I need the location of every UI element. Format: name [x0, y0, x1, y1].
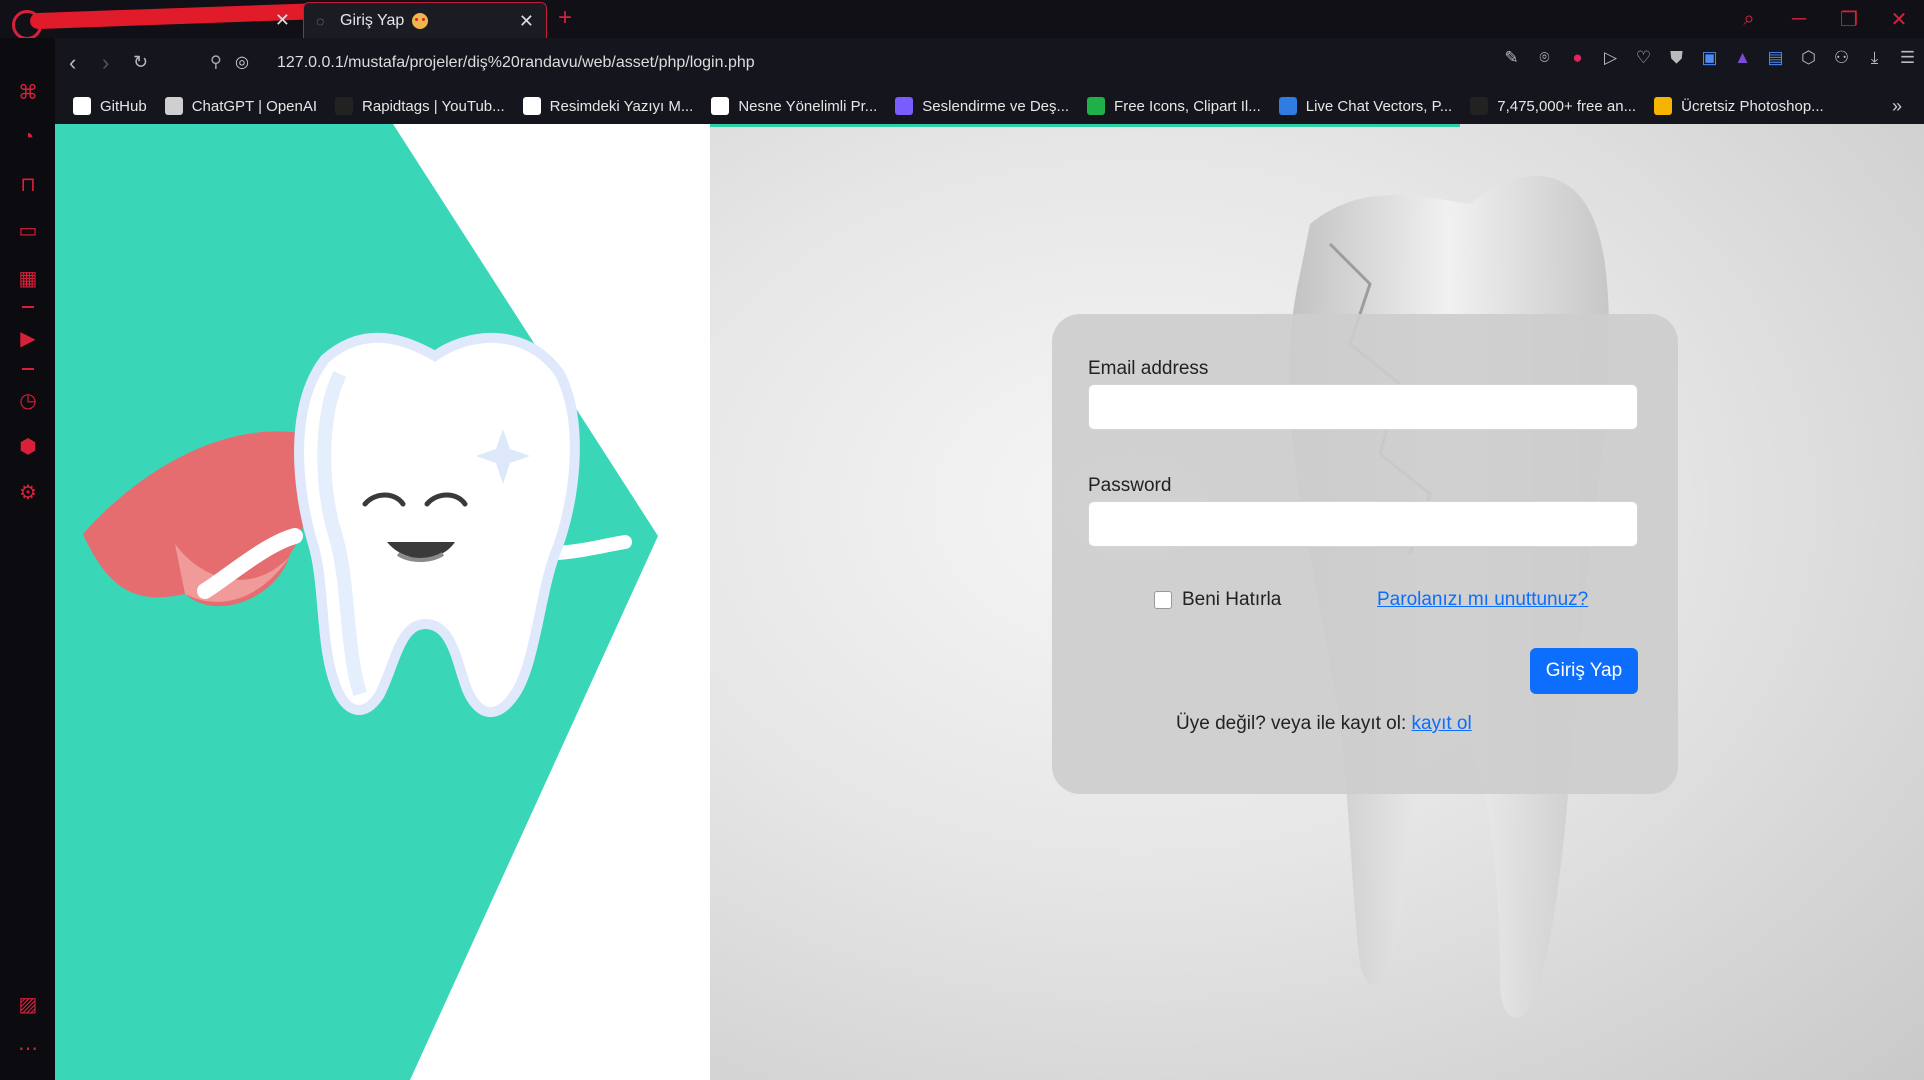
register-text: Üye değil? veya ile kayıt ol: — [1176, 713, 1412, 734]
github-icon — [73, 97, 91, 115]
register-link[interactable]: kayıt ol — [1412, 713, 1472, 734]
send-icon[interactable]: ▷ — [1594, 48, 1627, 68]
email-label: Email address — [1088, 358, 1209, 379]
bag-icon[interactable]: ⊓ — [16, 172, 40, 196]
document-icon — [522, 97, 541, 115]
login-card: Email address Password Beni Hatırla Paro… — [1052, 314, 1678, 794]
settings-gear-icon[interactable]: ⚙ — [16, 480, 40, 504]
email-field[interactable] — [1088, 384, 1638, 430]
bookmark-label: Rapidtags | YouTub... — [362, 97, 505, 115]
bookmark-label: Seslendirme ve Deş... — [922, 97, 1070, 115]
bookmark-item[interactable]: Free Icons, Clipart Il... — [1087, 97, 1261, 115]
bookmark-item[interactable]: 7,475,000+ free an... — [1470, 97, 1636, 115]
translate-2-icon[interactable]: ▤ — [1759, 48, 1792, 68]
bookmark-label: Resimdeki Yazıyı M... — [549, 97, 694, 115]
window-controls: ⌕ ─ ❐ ✕ — [1724, 0, 1924, 38]
close-tab-icon[interactable]: ✕ — [275, 10, 290, 31]
chatgpt-icon — [164, 97, 183, 115]
cube-icon[interactable]: ⬡ — [1792, 48, 1825, 68]
speed-dial-icon[interactable]: ◔ — [16, 126, 40, 150]
sidebar-divider — [22, 306, 34, 308]
player-icon[interactable]: ▶ — [16, 326, 40, 350]
bookmark-item[interactable]: Live Chat Vectors, P... — [1278, 97, 1453, 115]
login-submit-button[interactable]: Giriş Yap — [1530, 648, 1638, 694]
profile-icon[interactable]: ⚇ — [1825, 48, 1858, 68]
tab-label: Giriş Yap — [340, 11, 405, 29]
bookmark-item[interactable]: GitHub — [73, 97, 147, 115]
adblock-icon[interactable]: ⛊ — [1660, 48, 1693, 68]
bookmark-label: GitHub — [100, 97, 147, 115]
emoji-icon — [412, 12, 429, 29]
cube-icon[interactable]: ⬢ — [16, 434, 40, 458]
site-info-icon[interactable]: ⚲ — [210, 52, 222, 72]
twitch-icon[interactable]: ▭ — [16, 218, 40, 242]
bookmark-label: Nesne Yönelimli Pr... — [738, 97, 878, 115]
rapidtags-icon — [335, 97, 354, 115]
heart-icon[interactable]: ♡ — [1627, 48, 1660, 68]
tab-login[interactable]: ◌ Giriş Yap ✕ — [303, 2, 547, 38]
address-bar: ‹ › ↻ ⚲ ◎ 127.0.0.1/mustafa/projeler/diş… — [55, 38, 1924, 88]
history-icon[interactable]: ◷ — [16, 388, 40, 412]
f-logo-icon — [1654, 97, 1673, 115]
bookmarks-bar: GitHub ChatGPT | OpenAI Rapidtags | YouTub… — [55, 88, 1924, 124]
gamepad-icon[interactable]: ⌘ — [16, 80, 40, 104]
sidebar-divider — [22, 368, 34, 370]
freepik-icon — [1087, 97, 1106, 115]
download-icon[interactable]: ⤓ — [1858, 48, 1891, 68]
easy-setup-icon[interactable]: ☰ — [1891, 48, 1924, 68]
bookmark-item[interactable]: Rapidtags | YouTub... — [335, 97, 505, 115]
bookmark-item[interactable]: Resimdeki Yazıyı M... — [522, 97, 694, 115]
shield-red-icon[interactable]: ● — [1561, 48, 1594, 68]
tab-strip: ✕ ◌ Giriş Yap ✕ + ⌕ ─ ❐ ✕ — [0, 0, 1924, 40]
snapshot-icon[interactable]: ⌾ — [1528, 48, 1561, 68]
bookmark-item[interactable]: Nesne Yönelimli Pr... — [711, 97, 877, 115]
bookmark-label: Live Chat Vectors, P... — [1305, 97, 1453, 115]
browser-window: ✕ ◌ Giriş Yap ✕ + ⌕ ─ ❐ ✕ ‹ › ↻ ⚲ ◎ 127.… — [0, 0, 1924, 1080]
chip-icon[interactable]: ▦ — [16, 266, 40, 290]
bookmark-item[interactable]: Seslendirme ve Deş... — [895, 97, 1069, 115]
audio-bars-icon — [895, 97, 914, 115]
bookmark-item[interactable]: ChatGPT | OpenAI — [164, 97, 318, 115]
edit-icon[interactable]: ✎ — [1495, 48, 1528, 68]
tooth-favicon-icon: ◌ — [316, 12, 325, 29]
bookmark-label: ChatGPT | OpenAI — [191, 97, 318, 115]
livechat-icon — [1278, 97, 1297, 115]
forward-icon[interactable]: › — [102, 50, 109, 76]
minimize-icon[interactable]: ─ — [1774, 8, 1824, 31]
gallery-icon[interactable]: ▨ — [16, 992, 40, 1016]
search-tabs-icon[interactable]: ⌕ — [1724, 8, 1774, 31]
superhero-tooth-illustration — [55, 124, 658, 1080]
more-dots-icon[interactable]: ⋯ — [16, 1036, 40, 1060]
close-window-icon[interactable]: ✕ — [1874, 7, 1924, 32]
url-field[interactable]: 127.0.0.1/mustafa/projeler/diş%20randavu… — [277, 54, 755, 72]
register-prompt: Üye değil? veya ile kayıt ol: kayıt ol — [1176, 713, 1472, 735]
extension-17-icon[interactable]: ▲ — [1726, 48, 1759, 68]
close-tab-icon[interactable]: ✕ — [519, 11, 534, 32]
remember-checkbox[interactable] — [1154, 591, 1172, 609]
forgot-password-link[interactable]: Parolanızı mı unuttunuz? — [1377, 589, 1588, 611]
medium-icon — [711, 97, 730, 115]
reload-icon[interactable]: ↻ — [133, 52, 148, 73]
remember-label: Beni Hatırla — [1182, 589, 1282, 610]
back-icon[interactable]: ‹ — [69, 50, 76, 76]
password-field[interactable] — [1088, 501, 1638, 547]
toolbar-icons: ✎ ⌾ ● ▷ ♡ ⛊ ▣ ▲ ▤ ⬡ ⚇ ⤓ ☰ — [1495, 48, 1924, 68]
password-label: Password — [1088, 475, 1172, 496]
bookmarks-overflow-icon[interactable]: » — [1892, 96, 1902, 117]
page-viewport: Email address Password Beni Hatırla Paro… — [55, 124, 1924, 1080]
bookmark-label: Ücretsiz Photoshop... — [1681, 97, 1824, 115]
bookmark-item[interactable]: Ücretsiz Photoshop... — [1654, 97, 1824, 115]
globe-icon: ◎ — [235, 54, 249, 71]
sidebar: ⌘ ◔ ⊓ ▭ ▦ ▶ ◷ ⬢ ⚙ ▨ ⋯ — [0, 38, 55, 1080]
new-tab-plus-icon[interactable]: + — [558, 4, 572, 32]
translate-icon[interactable]: ▣ — [1693, 48, 1726, 68]
tab-redacted[interactable]: ✕ — [29, 2, 331, 38]
restore-icon[interactable]: ❐ — [1824, 7, 1874, 32]
hero-illustration-panel — [55, 124, 710, 1080]
flaticon-icon — [1470, 97, 1489, 115]
bookmark-label: 7,475,000+ free an... — [1497, 97, 1637, 115]
bookmark-label: Free Icons, Clipart Il... — [1114, 97, 1261, 115]
